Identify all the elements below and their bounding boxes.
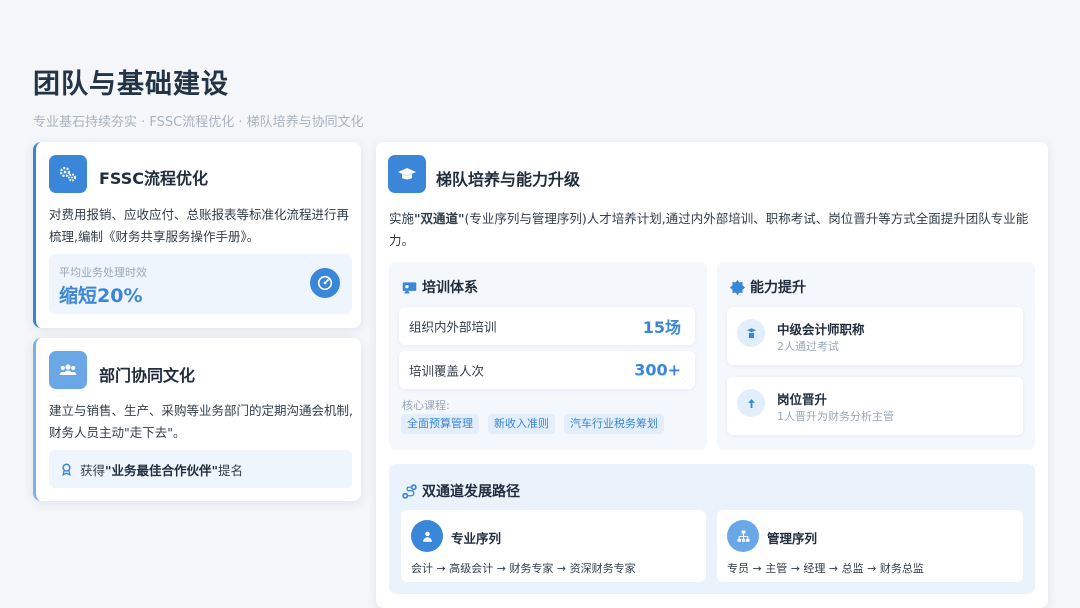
talent-intro: 实施"双通道"(专业序列与管理序列)人才培养计划,通过内外部培训、职称考试、岗位…	[389, 208, 1039, 252]
ability-item: 岗位晋升 1人晋升为财务分析主管	[727, 377, 1023, 435]
speedometer-icon	[310, 268, 340, 298]
culture-description: 建立与销售、生产、采购等业务部门的定期沟通会机制,财务人员主动"走下去"。	[49, 403, 353, 440]
gears-icon	[49, 155, 87, 193]
row-value: 300+	[634, 360, 681, 380]
org-chart-icon	[727, 520, 759, 552]
row-label: 培训覆盖人次	[409, 363, 485, 379]
ability-title-row: 能力提升	[729, 277, 806, 297]
path-card-management: 管理序列 专员 → 主管 → 经理 → 总监 → 财务总监	[717, 510, 1023, 582]
ability-item-title: 岗位晋升	[777, 392, 828, 407]
people-icon	[49, 351, 87, 389]
ability-item: 中级会计师职称 2人通过考试	[727, 307, 1023, 365]
training-row: 培训覆盖人次 300+	[399, 351, 695, 389]
route-icon	[402, 483, 417, 499]
metric-value: 缩短20%	[59, 285, 143, 307]
graduation-cap-icon	[388, 155, 426, 193]
training-icon	[402, 281, 417, 293]
row-label: 组织内外部培训	[409, 319, 497, 335]
training-title: 培训体系	[422, 280, 478, 296]
award-icon	[62, 463, 71, 476]
person-icon	[411, 520, 443, 552]
ability-panel: 能力提升 中级会计师职称 2人通过考试 岗位晋升 1人晋升为财务分析主管	[717, 262, 1035, 450]
path-title: 专业序列	[451, 531, 502, 546]
course-tag: 汽车行业税务筹划	[564, 414, 664, 434]
ability-item-title: 中级会计师职称	[777, 322, 865, 337]
ability-title: 能力提升	[750, 280, 806, 296]
award-suffix: 提名	[218, 462, 244, 478]
training-title-row: 培训体系	[401, 277, 478, 297]
ability-item-sub: 1人晋升为财务分析主管	[777, 410, 894, 423]
talent-title: 梯队培养与能力升级	[436, 170, 581, 189]
page-title: 团队与基础建设	[33, 69, 229, 100]
path-card-professional: 专业序列 会计 → 高级会计 → 财务专家 → 资深财务专家	[401, 510, 706, 582]
training-row: 组织内外部培训 15场	[399, 307, 695, 345]
certificate-icon	[737, 319, 765, 347]
paths-title: 双通道发展路径	[422, 484, 520, 500]
fssc-description: 对费用报销、应收应付、总账报表等标准化流程进行再梳理,编制《财务共享服务操作手册…	[49, 207, 350, 244]
award-prefix: 获得	[80, 462, 106, 478]
path-title: 管理序列	[767, 531, 818, 546]
ability-item-sub: 2人通过考试	[777, 340, 839, 353]
course-label: 核心课程:	[402, 399, 450, 412]
course-tag: 新收入准则	[488, 414, 555, 434]
fssc-title: FSSC流程优化	[99, 169, 209, 188]
metric-label: 平均业务处理时效	[59, 266, 147, 279]
culture-card: 部门协同文化 建立与销售、生产、采购等业务部门的定期沟通会机制,财务人员主动"走…	[33, 338, 361, 501]
course-tag: 全面预算管理	[401, 414, 479, 434]
path-steps: 会计 → 高级会计 → 财务专家 → 资深财务专家	[411, 562, 636, 575]
culture-title: 部门协同文化	[99, 366, 196, 385]
intro-rest: (专业序列与管理序列)人才培养计划,通过内外部培训、职称考试、岗位晋升等方式全面…	[389, 211, 1029, 248]
training-panel: 培训体系 组织内外部培训 15场 培训覆盖人次 300+ 核心课程: 全面预算管…	[389, 262, 707, 450]
arrow-up-icon	[737, 389, 765, 417]
badge-icon	[729, 279, 746, 295]
row-value: 15场	[642, 318, 681, 337]
talent-card: 梯队培养与能力升级 实施"双通道"(专业序列与管理序列)人才培养计划,通过内外部…	[376, 142, 1048, 608]
award-name: "业务最佳合作伙伴"	[105, 462, 219, 478]
fssc-metric: 平均业务处理时效 缩短20%	[49, 254, 352, 314]
path-steps: 专员 → 主管 → 经理 → 总监 → 财务总监	[727, 562, 924, 575]
intro-highlight: "双通道"	[414, 211, 465, 226]
award-box: 获得 "业务最佳合作伙伴" 提名	[49, 450, 352, 488]
paths-panel: 双通道发展路径 专业序列 会计 → 高级会计 → 财务专家 → 资深财务专家 管…	[389, 464, 1035, 594]
page-subtitle: 专业基石持续夯实 · FSSC流程优化 · 梯队培养与协同文化	[33, 115, 364, 130]
intro-prefix: 实施	[389, 211, 415, 226]
paths-title-row: 双通道发展路径	[401, 481, 520, 501]
fssc-card: FSSC流程优化 对费用报销、应收应付、总账报表等标准化流程进行再梳理,编制《财…	[33, 142, 361, 328]
